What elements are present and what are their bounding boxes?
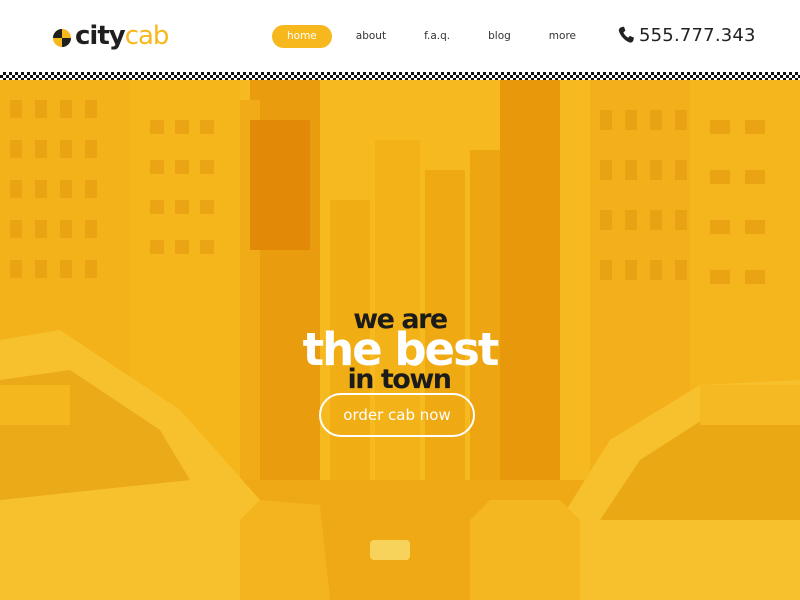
logo-icon	[53, 28, 71, 47]
phone-number: 555.777.343	[639, 24, 756, 46]
hero-headline: we are the best in town	[0, 306, 800, 395]
logo-text-city: city	[75, 21, 126, 51]
checker-stripe	[0, 72, 800, 80]
logo-text-cab: cab	[124, 21, 170, 51]
hero-section: we are the best in town order cab now	[0, 80, 800, 600]
phone-icon	[618, 26, 634, 43]
logo-wordmark: citycab	[75, 21, 170, 51]
nav-item-home[interactable]: home	[272, 25, 332, 48]
nav-item-about[interactable]: about	[342, 25, 400, 48]
headline-line-in-town: in town	[347, 364, 453, 395]
order-cab-button[interactable]: order cab now	[319, 393, 475, 437]
nav-item-more[interactable]: more	[535, 25, 590, 48]
nav-item-blog[interactable]: blog	[474, 25, 525, 48]
page: citycab home about f.a.q. blog more 555.…	[0, 0, 800, 600]
logo[interactable]: citycab	[52, 20, 170, 52]
phone-contact[interactable]: 555.777.343	[618, 22, 756, 48]
nav-item-faq[interactable]: f.a.q.	[410, 25, 464, 48]
headline-line-the-best: the best	[302, 323, 500, 376]
main-nav: home about f.a.q. blog more	[272, 25, 600, 48]
site-header: citycab home about f.a.q. blog more 555.…	[0, 0, 800, 72]
